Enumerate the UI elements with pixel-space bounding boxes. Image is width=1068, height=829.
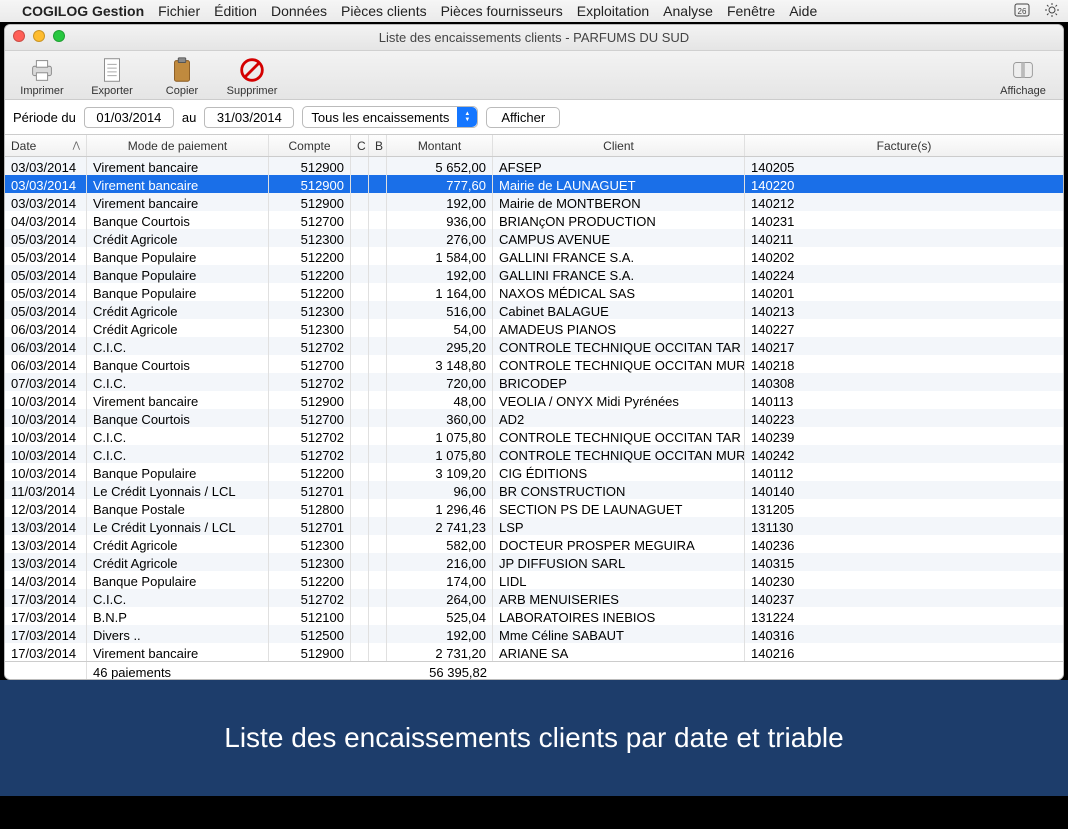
main-window: Liste des encaissements clients - PARFUM… [4,24,1064,680]
document-icon [97,55,127,85]
table-row[interactable]: 06/03/2014C.I.C.512702295,20CONTROLE TEC… [5,337,1063,355]
table-row[interactable]: 10/03/2014Virement bancaire51290048,00VE… [5,391,1063,409]
table-row[interactable]: 03/03/2014Virement bancaire512900192,00M… [5,193,1063,211]
date-from-input[interactable] [84,107,174,128]
footer-total: 56 395,82 [387,662,493,679]
table-row[interactable]: 05/03/2014Banque Populaire5122001 584,00… [5,247,1063,265]
svg-text:26: 26 [1018,7,1027,16]
window-titlebar: Liste des encaissements clients - PARFUM… [5,25,1063,51]
filter-select[interactable]: Tous les encaissements ▲▼ [302,106,478,128]
col-b[interactable]: B [369,135,387,156]
col-factures[interactable]: Facture(s) [745,135,1063,156]
col-montant[interactable]: Montant [387,135,493,156]
print-label: Imprimer [20,85,63,97]
table-row[interactable]: 10/03/2014C.I.C.5127021 075,80CONTROLE T… [5,445,1063,463]
table-row[interactable]: 05/03/2014Crédit Agricole512300276,00CAM… [5,229,1063,247]
copy-label: Copier [166,85,198,97]
menubar-item[interactable]: Pièces clients [341,3,427,19]
export-button[interactable]: Exporter [83,55,141,97]
chevron-updown-icon: ▲▼ [457,107,477,127]
footer-count: 46 paiements [87,662,269,679]
period-to-label: au [182,110,196,125]
slide-caption: Liste des encaissements clients par date… [0,680,1068,796]
display-button[interactable]: Affichage [991,55,1055,97]
forbidden-icon [237,55,267,85]
table-row[interactable]: 17/03/2014B.N.P512100525,04LABORATOIRES … [5,607,1063,625]
table-row[interactable]: 03/03/2014Virement bancaire512900777,60M… [5,175,1063,193]
menubar-app-name[interactable]: COGILOG Gestion [22,3,144,19]
table-row[interactable]: 17/03/2014Virement bancaire5129002 731,2… [5,643,1063,661]
table-row[interactable]: 05/03/2014Banque Populaire512200192,00GA… [5,265,1063,283]
table-row[interactable]: 13/03/2014Crédit Agricole512300216,00JP … [5,553,1063,571]
period-from-label: Période du [13,110,76,125]
table-row[interactable]: 10/03/2014C.I.C.5127021 075,80CONTROLE T… [5,427,1063,445]
date-to-input[interactable] [204,107,294,128]
col-compte[interactable]: Compte [269,135,351,156]
table-row[interactable]: 04/03/2014Banque Courtois512700936,00BRI… [5,211,1063,229]
toolbar: Imprimer Exporter Copier Supprimer Affic… [5,51,1063,100]
display-label: Affichage [1000,85,1046,97]
table-row[interactable]: 06/03/2014Banque Courtois5127003 148,80C… [5,355,1063,373]
calendar-icon[interactable]: 26 [1014,2,1030,21]
menubar-item[interactable]: Aide [789,3,817,19]
table-row[interactable]: 07/03/2014C.I.C.512702720,00BRICODEP1403… [5,373,1063,391]
table-row[interactable]: 05/03/2014Crédit Agricole512300516,00Cab… [5,301,1063,319]
clipboard-icon [167,55,197,85]
window-close-button[interactable] [13,30,25,42]
col-date[interactable]: Date⋀ [5,135,87,156]
table-row[interactable]: 05/03/2014Banque Populaire5122001 164,00… [5,283,1063,301]
table-footer: 46 paiements 56 395,82 [5,661,1063,679]
window-minimize-button[interactable] [33,30,45,42]
menubar-item[interactable]: Pièces fournisseurs [441,3,563,19]
col-client[interactable]: Client [493,135,745,156]
col-mode[interactable]: Mode de paiement [87,135,269,156]
table-row[interactable]: 12/03/2014Banque Postale5128001 296,46SE… [5,499,1063,517]
switch-icon [1008,55,1038,85]
system-menubar: COGILOG Gestion Fichier Édition Données … [0,0,1068,22]
export-label: Exporter [91,85,133,97]
table-row[interactable]: 17/03/2014C.I.C.512702264,00ARB MENUISER… [5,589,1063,607]
table-row[interactable]: 10/03/2014Banque Populaire5122003 109,20… [5,463,1063,481]
menubar-item[interactable]: Analyse [663,3,713,19]
table-row[interactable]: 03/03/2014Virement bancaire5129005 652,0… [5,157,1063,175]
table-row[interactable]: 14/03/2014Banque Populaire512200174,00LI… [5,571,1063,589]
delete-label: Supprimer [227,85,278,97]
show-button[interactable]: Afficher [486,107,560,128]
table-row[interactable]: 13/03/2014Le Crédit Lyonnais / LCL512701… [5,517,1063,535]
gear-icon[interactable] [1044,2,1060,21]
table-row[interactable]: 10/03/2014Banque Courtois512700360,00AD2… [5,409,1063,427]
table-body: 03/03/2014Virement bancaire5129005 652,0… [5,157,1063,661]
copy-button[interactable]: Copier [153,55,211,97]
table-row[interactable]: 06/03/2014Crédit Agricole51230054,00AMAD… [5,319,1063,337]
menubar-item[interactable]: Données [271,3,327,19]
sort-asc-icon: ⋀ [73,140,80,151]
menubar-item[interactable]: Édition [214,3,257,19]
filter-select-value: Tous les encaissements [311,110,449,125]
printer-icon [27,55,57,85]
table-header: Date⋀ Mode de paiement Compte C B Montan… [5,135,1063,157]
window-zoom-button[interactable] [53,30,65,42]
table-row[interactable]: 17/03/2014Divers ..512500192,00Mme Célin… [5,625,1063,643]
menubar-item[interactable]: Fichier [158,3,200,19]
table-row[interactable]: 11/03/2014Le Crédit Lyonnais / LCL512701… [5,481,1063,499]
menubar-item[interactable]: Exploitation [577,3,649,19]
filter-bar: Période du au Tous les encaissements ▲▼ … [5,100,1063,135]
window-title: Liste des encaissements clients - PARFUM… [379,30,689,45]
table-row[interactable]: 13/03/2014Crédit Agricole512300582,00DOC… [5,535,1063,553]
col-c[interactable]: C [351,135,369,156]
print-button[interactable]: Imprimer [13,55,71,97]
delete-button[interactable]: Supprimer [223,55,281,97]
menubar-item[interactable]: Fenêtre [727,3,775,19]
